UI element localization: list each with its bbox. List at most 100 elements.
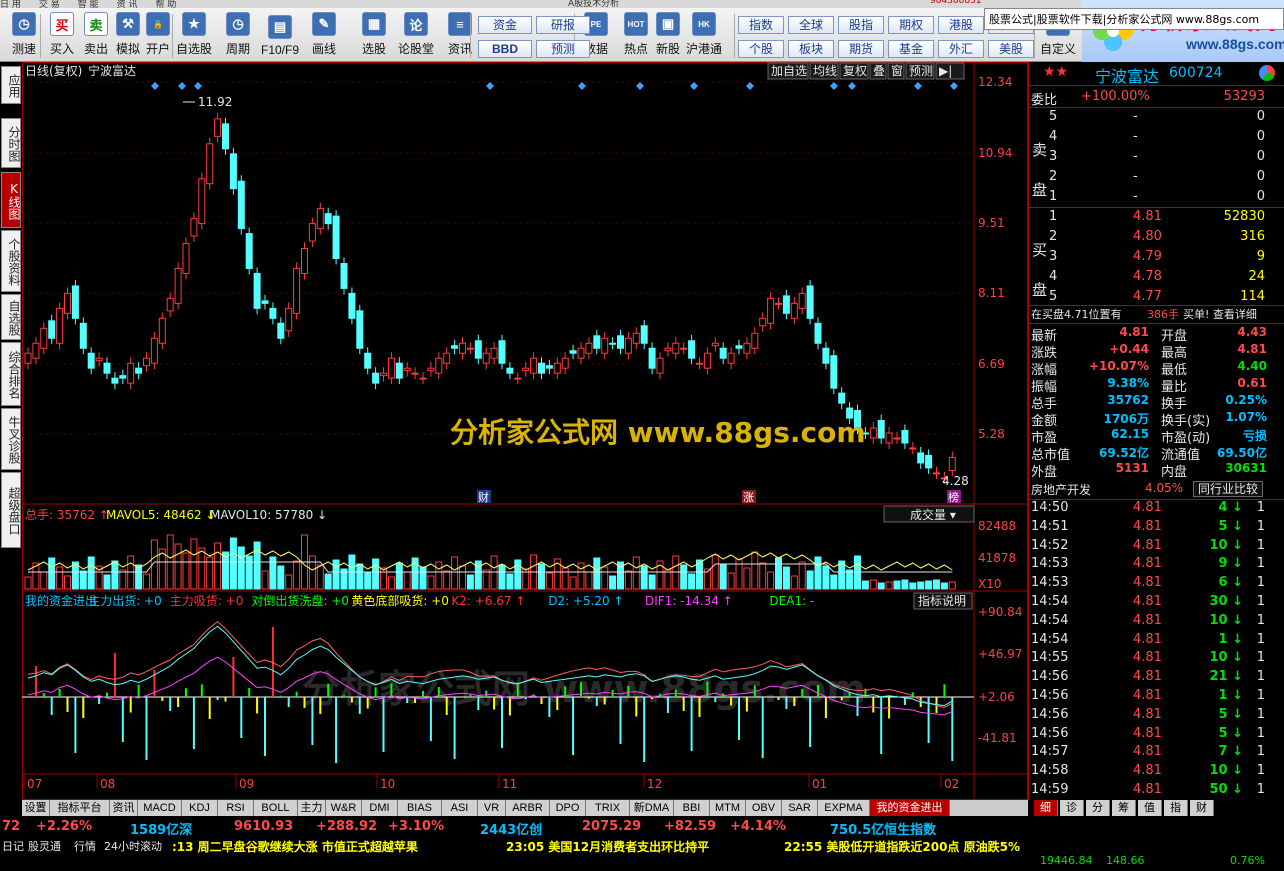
qihuo-button[interactable]: 期货 xyxy=(838,40,884,58)
bankuai-button[interactable]: 板块 xyxy=(788,40,834,58)
candle-body xyxy=(806,285,814,319)
right-tab-3[interactable]: 筹 xyxy=(1112,800,1136,816)
left-tab-3[interactable]: 个股资料 xyxy=(1,230,21,292)
volume-bar xyxy=(640,565,648,590)
right-tab-2[interactable]: 分 xyxy=(1086,800,1110,816)
bbd-button[interactable]: BBD xyxy=(478,40,532,58)
left-tab-0[interactable]: 应用 xyxy=(1,66,21,104)
indicator-tab-6[interactable]: BOLL xyxy=(254,800,298,816)
draw-button[interactable]: ✎ 画线 xyxy=(306,10,342,60)
vol-tick-label: 82488 xyxy=(978,519,1016,533)
indicator-tab-19[interactable]: OBV xyxy=(746,800,782,816)
left-tab-1[interactable]: 分时图 xyxy=(1,118,21,168)
watermark-faint: 分析家公式网 www.88gs.com xyxy=(302,667,866,711)
news-button[interactable]: ≡ 资讯 xyxy=(442,10,478,60)
indicator-tab-4[interactable]: KDJ xyxy=(182,800,218,816)
forum-button[interactable]: 论论股堂 xyxy=(398,10,434,60)
indicator-tab-10[interactable]: BIAS xyxy=(398,800,442,816)
news-item-0[interactable]: :13 周二早盘谷歌继续大涨 市值正式超越苹果 xyxy=(172,838,418,855)
menu-item-5[interactable]: A股技术分析 xyxy=(568,0,619,8)
indicator-tab-18[interactable]: MTM xyxy=(710,800,746,816)
news-tab-1[interactable]: 股灵通 xyxy=(28,838,61,854)
menu-item-0[interactable]: 日 用 xyxy=(0,0,21,8)
indicator-tab-21[interactable]: EXPMA xyxy=(818,800,870,816)
kline-chart-area[interactable]: 日线(复权) 宁波富达 加自选 均线 复权叠窗预测 ▶| 12.34 10.94 9.51 8.1… xyxy=(22,62,1028,800)
indicator-tab-13[interactable]: ARBR xyxy=(506,800,550,816)
yanbao-button[interactable]: 研报 xyxy=(536,16,590,34)
kline-chart-svg[interactable]: 日线(复权) 宁波富达 加自选 均线 复权叠窗预测 ▶| 12.34 10.94 9.51 8.1… xyxy=(22,62,1028,800)
menu-item-2[interactable]: 智 能 xyxy=(78,0,99,8)
gegu-button[interactable]: 个股 xyxy=(738,40,784,58)
indicator-tab-1[interactable]: 指标平台 xyxy=(50,800,110,816)
menu-item-3[interactable]: 资 讯 xyxy=(117,0,138,8)
left-tab-2[interactable]: K线图 xyxy=(1,172,21,228)
indicator-tab-22[interactable]: 我的资金进出 xyxy=(870,800,950,816)
period-button[interactable]: ◷ 周期 xyxy=(220,10,256,60)
ganggu-button[interactable]: 港股 xyxy=(938,16,984,34)
jijin-button[interactable]: 基金 xyxy=(888,40,934,58)
news-tab-0[interactable]: 日记 xyxy=(2,838,24,854)
f10-button[interactable]: ▤ F10/F9 xyxy=(261,10,299,60)
waihui-button[interactable]: 外汇 xyxy=(938,40,984,58)
right-tab-1[interactable]: 诊 xyxy=(1060,800,1084,816)
indicator-tab-20[interactable]: SAR xyxy=(782,800,818,816)
candle-body xyxy=(893,437,901,440)
zijin-button[interactable]: 资金 xyxy=(478,16,532,34)
candle-body xyxy=(277,322,285,339)
hkconnect-button[interactable]: HK 沪港通 xyxy=(686,10,722,60)
right-tab-4[interactable]: 值 xyxy=(1138,800,1162,816)
promo-popup[interactable]: 股票公式|股票软件下载|分析家公式网 www.88gs.com xyxy=(984,8,1284,30)
menu-item-4[interactable]: 帮 助 xyxy=(156,0,177,8)
trade-tick-row-10-cell-3: 1 xyxy=(1256,688,1265,703)
guzhi-button[interactable]: 股指 xyxy=(838,16,884,34)
sell-button[interactable]: 卖卖出 xyxy=(78,10,114,60)
indicator-tab-17[interactable]: BBI xyxy=(674,800,710,816)
news-tab-3[interactable]: 24小时滚动 xyxy=(104,838,162,854)
news-tab-2[interactable]: 行情 xyxy=(74,838,96,854)
news-item-2[interactable]: 22:55 美股低开道指跌近200点 原油跌5% xyxy=(784,838,1020,855)
menu-item-6[interactable]: 984388831 xyxy=(930,0,982,6)
indicator-tab-9[interactable]: DMI xyxy=(362,800,398,816)
yuce-button[interactable]: 预测 xyxy=(536,40,590,58)
zhenduan-button[interactable]: ◷ 测速 xyxy=(6,10,42,60)
candle-body xyxy=(348,292,356,319)
candle-body xyxy=(285,307,293,332)
ind-legend-0: 我的资金进出 xyxy=(25,593,97,608)
indicator-tab-11[interactable]: ASI xyxy=(442,800,478,816)
right-tab-5[interactable]: 指 xyxy=(1164,800,1188,816)
candle-body xyxy=(696,362,703,365)
indicator-tab-16[interactable]: 新DMA xyxy=(630,800,674,816)
hot-button[interactable]: HOT 热点 xyxy=(618,10,654,60)
zhishu-button[interactable]: 指数 xyxy=(738,16,784,34)
menu-item-1[interactable]: 交 易 xyxy=(39,0,60,8)
indicator-tab-3[interactable]: MACD xyxy=(138,800,182,816)
indicator-tab-2[interactable]: 资讯 xyxy=(110,800,138,816)
indicator-tab-12[interactable]: VR xyxy=(478,800,506,816)
candle-body xyxy=(214,118,222,137)
indicator-tab-14[interactable]: DPO xyxy=(550,800,586,816)
hot-icon: HOT xyxy=(624,12,648,36)
indicator-tab-15[interactable]: TRIX xyxy=(586,800,630,816)
indicator-tab-0[interactable]: 设置 xyxy=(22,800,50,816)
right-tab-6[interactable]: 财 xyxy=(1190,800,1214,816)
open-button[interactable]: 🔒 开户 xyxy=(140,10,176,60)
left-tab-4[interactable]: 自选股 xyxy=(1,294,21,340)
left-tab-5[interactable]: 综合排名 xyxy=(1,342,21,406)
volume-bar xyxy=(395,562,403,590)
right-tab-0[interactable]: 细 xyxy=(1034,800,1058,816)
news-item-1[interactable]: 23:05 美国12月消费者支出环比持平 xyxy=(506,838,709,855)
left-tab-7[interactable]: 超级盘口 xyxy=(1,472,21,548)
industry-compare-button[interactable]: 同行业比较 xyxy=(1193,481,1263,497)
pie-icon[interactable] xyxy=(1259,65,1275,81)
watchlist-button[interactable]: ★ 自选股 xyxy=(176,10,212,60)
quanqiu-button[interactable]: 全球 xyxy=(788,16,834,34)
qiquan-button[interactable]: 期权 xyxy=(888,16,934,34)
indicator-tab-7[interactable]: 主力 xyxy=(298,800,326,816)
newstock-button[interactable]: ▣ 新股 xyxy=(650,10,686,60)
pick-button[interactable]: ▦ 选股 xyxy=(356,10,392,60)
left-tab-6[interactable]: 牛叉诊股 xyxy=(1,408,21,470)
buy-button[interactable]: 买买入 xyxy=(44,10,80,60)
indicator-tab-5[interactable]: RSI xyxy=(218,800,254,816)
indicator-tab-8[interactable]: W&R xyxy=(326,800,362,816)
meigu-button[interactable]: 美股 xyxy=(988,40,1034,58)
